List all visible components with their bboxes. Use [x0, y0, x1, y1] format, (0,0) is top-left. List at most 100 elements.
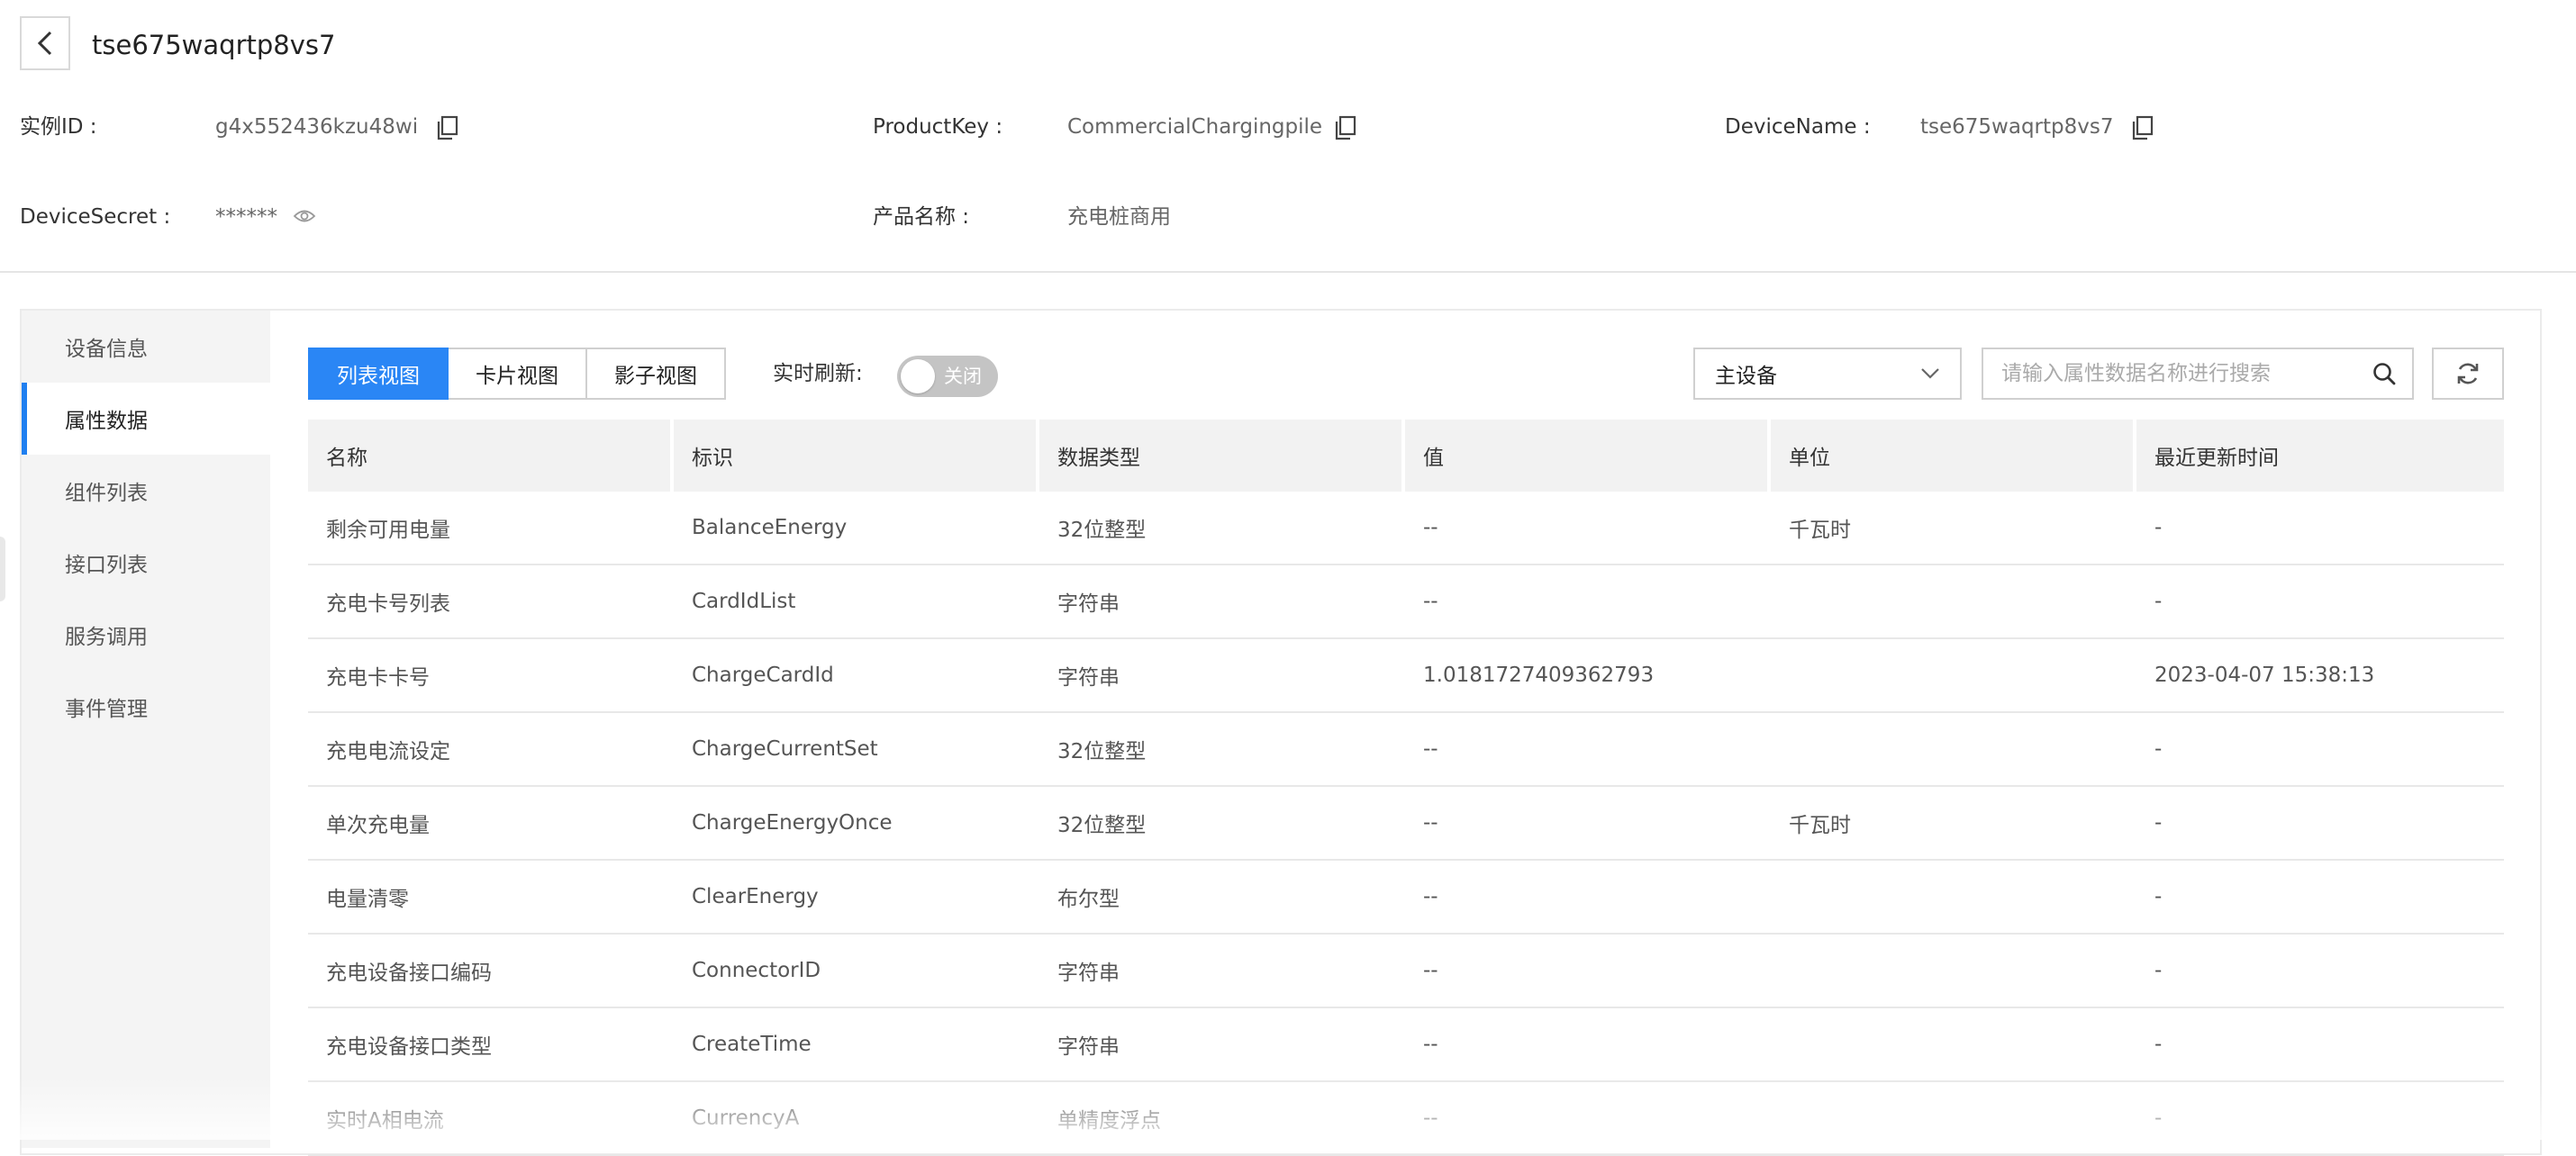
table-cell: -- [1423, 1106, 1438, 1130]
table-cell: 字符串 [1057, 592, 1120, 616]
search-input[interactable] [1983, 350, 2356, 397]
productkey-value: CommercialChargingpile [1067, 115, 1323, 139]
table-cell: 字符串 [1057, 962, 1120, 985]
tab-list-view[interactable]: 列表视图 [308, 348, 449, 400]
sidebar-item-components[interactable]: 组件列表 [22, 455, 270, 527]
sidebar-item-label: 接口列表 [65, 554, 148, 577]
table-cell: ConnectorID [692, 959, 821, 982]
table-row: 充电卡卡号 ChargeCardId 字符串 1.0181727409362793 20… [308, 639, 2504, 713]
sidebar: 设备信息 属性数据 组件列表 接口列表 服务调用 事件管理 [22, 311, 270, 1148]
eye-icon[interactable] [293, 207, 316, 225]
chevron-down-icon [1921, 368, 1939, 379]
table-cell: - [2154, 885, 2163, 908]
sidebar-item-property-data[interactable]: 属性数据 [22, 383, 270, 455]
table-cell: 千瓦时 [1789, 519, 1851, 542]
table-cell: - [2154, 1033, 2163, 1056]
search-icon[interactable] [2356, 361, 2412, 386]
property-table: 名称 标识 数据类型 值 单位 最近更新时间 剩余可用电量 BalanceEner… [308, 420, 2504, 1156]
table-cell: 2023-04-07 15:38:13 [2154, 664, 2375, 687]
table-cell: -- [1423, 959, 1438, 982]
table-cell [1771, 565, 2133, 637]
view-tabs: 列表视图 卡片视图 影子视图 [308, 348, 726, 400]
sidebar-item-service-call[interactable]: 服务调用 [22, 599, 270, 671]
table-cell: 充电电流设定 [326, 740, 450, 763]
table-cell [1771, 935, 2133, 1007]
column-header: 值 [1405, 420, 1767, 492]
column-header: 名称 [308, 420, 670, 492]
column-header: 标识 [674, 420, 1036, 492]
copy-icon[interactable] [1334, 115, 1357, 140]
device-select-value: 主设备 [1715, 365, 1777, 388]
table-cell: BalanceEnergy [692, 516, 848, 539]
toggle-knob [901, 359, 935, 393]
table-cell: -- [1423, 1033, 1438, 1056]
table-cell: - [2154, 590, 2163, 613]
table-cell: 电量清零 [326, 888, 409, 911]
table-cell: 充电设备接口编码 [326, 962, 492, 985]
copy-icon[interactable] [436, 115, 459, 140]
column-header: 单位 [1771, 420, 2133, 492]
table-cell: - [2154, 1106, 2163, 1130]
table-cell: CardIdList [692, 590, 796, 613]
sidebar-item-label: 属性数据 [65, 410, 148, 433]
table-cell: 充电卡号列表 [326, 592, 450, 616]
table-cell: CurrencyA [692, 1106, 800, 1130]
table-cell: ChargeEnergyOnce [692, 811, 893, 835]
table-cell: -- [1423, 737, 1438, 761]
table-cell: 千瓦时 [1789, 814, 1851, 837]
table-cell: CreateTime [692, 1033, 812, 1056]
table-cell: - [2154, 516, 2163, 539]
table-cell: -- [1423, 590, 1438, 613]
productkey-label: ProductKey : [873, 115, 1003, 139]
devicesecret-value: ****** [215, 205, 277, 229]
table-cell: 充电卡卡号 [326, 666, 430, 690]
table-cell: 1.0181727409362793 [1423, 664, 1655, 687]
table-cell: - [2154, 737, 2163, 761]
header-divider [0, 271, 2576, 273]
table-body: 剩余可用电量 BalanceEnergy 32位整型 -- 千瓦时 - 充电卡号列表 Card… [308, 492, 2504, 1156]
search-box [1982, 348, 2414, 400]
table-cell: 单精度浮点 [1057, 1109, 1161, 1133]
table-row: 剩余可用电量 BalanceEnergy 32位整型 -- 千瓦时 - [308, 492, 2504, 565]
table-cell: 单次充电量 [326, 814, 430, 837]
table-cell [1771, 713, 2133, 785]
product-name-value: 充电桩商用 [1067, 205, 1171, 229]
sidebar-item-label: 事件管理 [65, 698, 148, 721]
table-cell: 32位整型 [1057, 519, 1147, 542]
copy-icon[interactable] [2131, 115, 2154, 140]
device-select[interactable]: 主设备 [1693, 348, 1962, 400]
table-cell: 字符串 [1057, 1035, 1120, 1059]
table-row: 单次充电量 ChargeEnergyOnce 32位整型 -- 千瓦时 - [308, 787, 2504, 861]
table-cell: 32位整型 [1057, 740, 1147, 763]
table-row: 实时A相电流 CurrencyA 单精度浮点 -- - [308, 1082, 2504, 1156]
sidebar-item-label: 服务调用 [65, 626, 148, 649]
sidebar-item-device-info[interactable]: 设备信息 [22, 311, 270, 383]
table-cell: 32位整型 [1057, 814, 1147, 837]
table-cell [1771, 861, 2133, 933]
tab-card-view[interactable]: 卡片视图 [449, 348, 587, 400]
column-header: 数据类型 [1039, 420, 1401, 492]
table-cell: ChargeCardId [692, 664, 834, 687]
devicesecret-label: DeviceSecret : [20, 205, 171, 229]
realtime-refresh-toggle[interactable]: 关闭 [897, 356, 998, 397]
table-header: 名称 标识 数据类型 值 单位 最近更新时间 [308, 420, 2504, 492]
column-header: 最近更新时间 [2136, 420, 2504, 492]
instance-id-value: g4x552436kzu48wi [215, 115, 419, 139]
tab-shadow-view[interactable]: 影子视图 [587, 348, 726, 400]
back-button[interactable] [20, 16, 70, 70]
table-cell: 剩余可用电量 [326, 519, 450, 542]
table-row: 充电卡号列表 CardIdList 字符串 -- - [308, 565, 2504, 639]
refresh-button[interactable] [2432, 348, 2504, 400]
table-cell: -- [1423, 885, 1438, 908]
table-cell: -- [1423, 516, 1438, 539]
table-row: 电量清零 ClearEnergy 布尔型 -- - [308, 861, 2504, 935]
devicename-value: tse675waqrtp8vs7 [1920, 115, 2114, 139]
sidebar-item-interfaces[interactable]: 接口列表 [22, 527, 270, 599]
table-row: 充电设备接口类型 CreateTime 字符串 -- - [308, 1008, 2504, 1082]
devicename-label: DeviceName : [1725, 115, 1871, 139]
page-title: tse675waqrtp8vs7 [92, 30, 336, 60]
table-cell: - [2154, 811, 2163, 835]
sidebar-item-events[interactable]: 事件管理 [22, 671, 270, 743]
sidebar-item-label: 设备信息 [65, 338, 148, 361]
realtime-refresh-label: 实时刷新: [773, 362, 863, 385]
